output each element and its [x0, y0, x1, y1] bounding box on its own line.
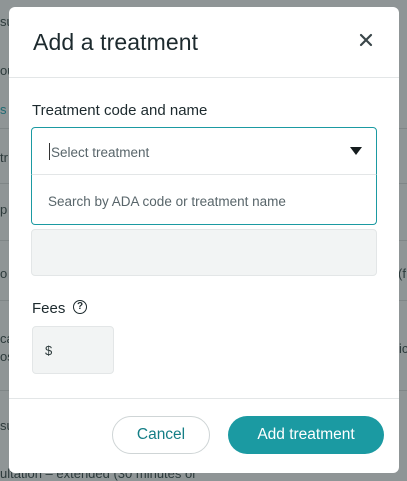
- fees-label: Fees: [32, 300, 66, 317]
- add-treatment-button[interactable]: Add treatment: [228, 416, 384, 454]
- dropdown-hint: Search by ADA code or treatment name: [48, 194, 286, 209]
- question-circle-icon[interactable]: ?: [73, 300, 87, 314]
- text-cursor: [49, 143, 50, 160]
- caret-down-icon[interactable]: [350, 147, 362, 155]
- treatment-select[interactable]: Select treatment: [31, 127, 377, 175]
- fees-input[interactable]: $: [32, 326, 114, 374]
- currency-symbol: $: [45, 343, 53, 358]
- dialog-header: Add a treatment: [9, 7, 399, 78]
- dialog-footer: Cancel Add treatment: [9, 398, 399, 473]
- background-text: o: [0, 266, 8, 281]
- treatment-field-label: Treatment code and name: [32, 102, 208, 119]
- treatment-dropdown-menu: Search by ADA code or treatment name: [31, 174, 377, 225]
- close-button[interactable]: [357, 31, 375, 49]
- treatment-select-placeholder: Select treatment: [51, 145, 150, 160]
- add-treatment-dialog: Add a treatment Treatment code and name …: [9, 7, 399, 473]
- background-text: tr: [0, 150, 8, 165]
- cancel-button[interactable]: Cancel: [112, 416, 210, 454]
- background-text: p: [0, 202, 8, 217]
- background-text: (f: [398, 266, 406, 281]
- disabled-field: [31, 229, 377, 276]
- background-text: ic: [399, 341, 407, 356]
- close-icon: [359, 33, 373, 47]
- dialog-title: Add a treatment: [33, 29, 199, 55]
- background-text: s: [0, 102, 7, 117]
